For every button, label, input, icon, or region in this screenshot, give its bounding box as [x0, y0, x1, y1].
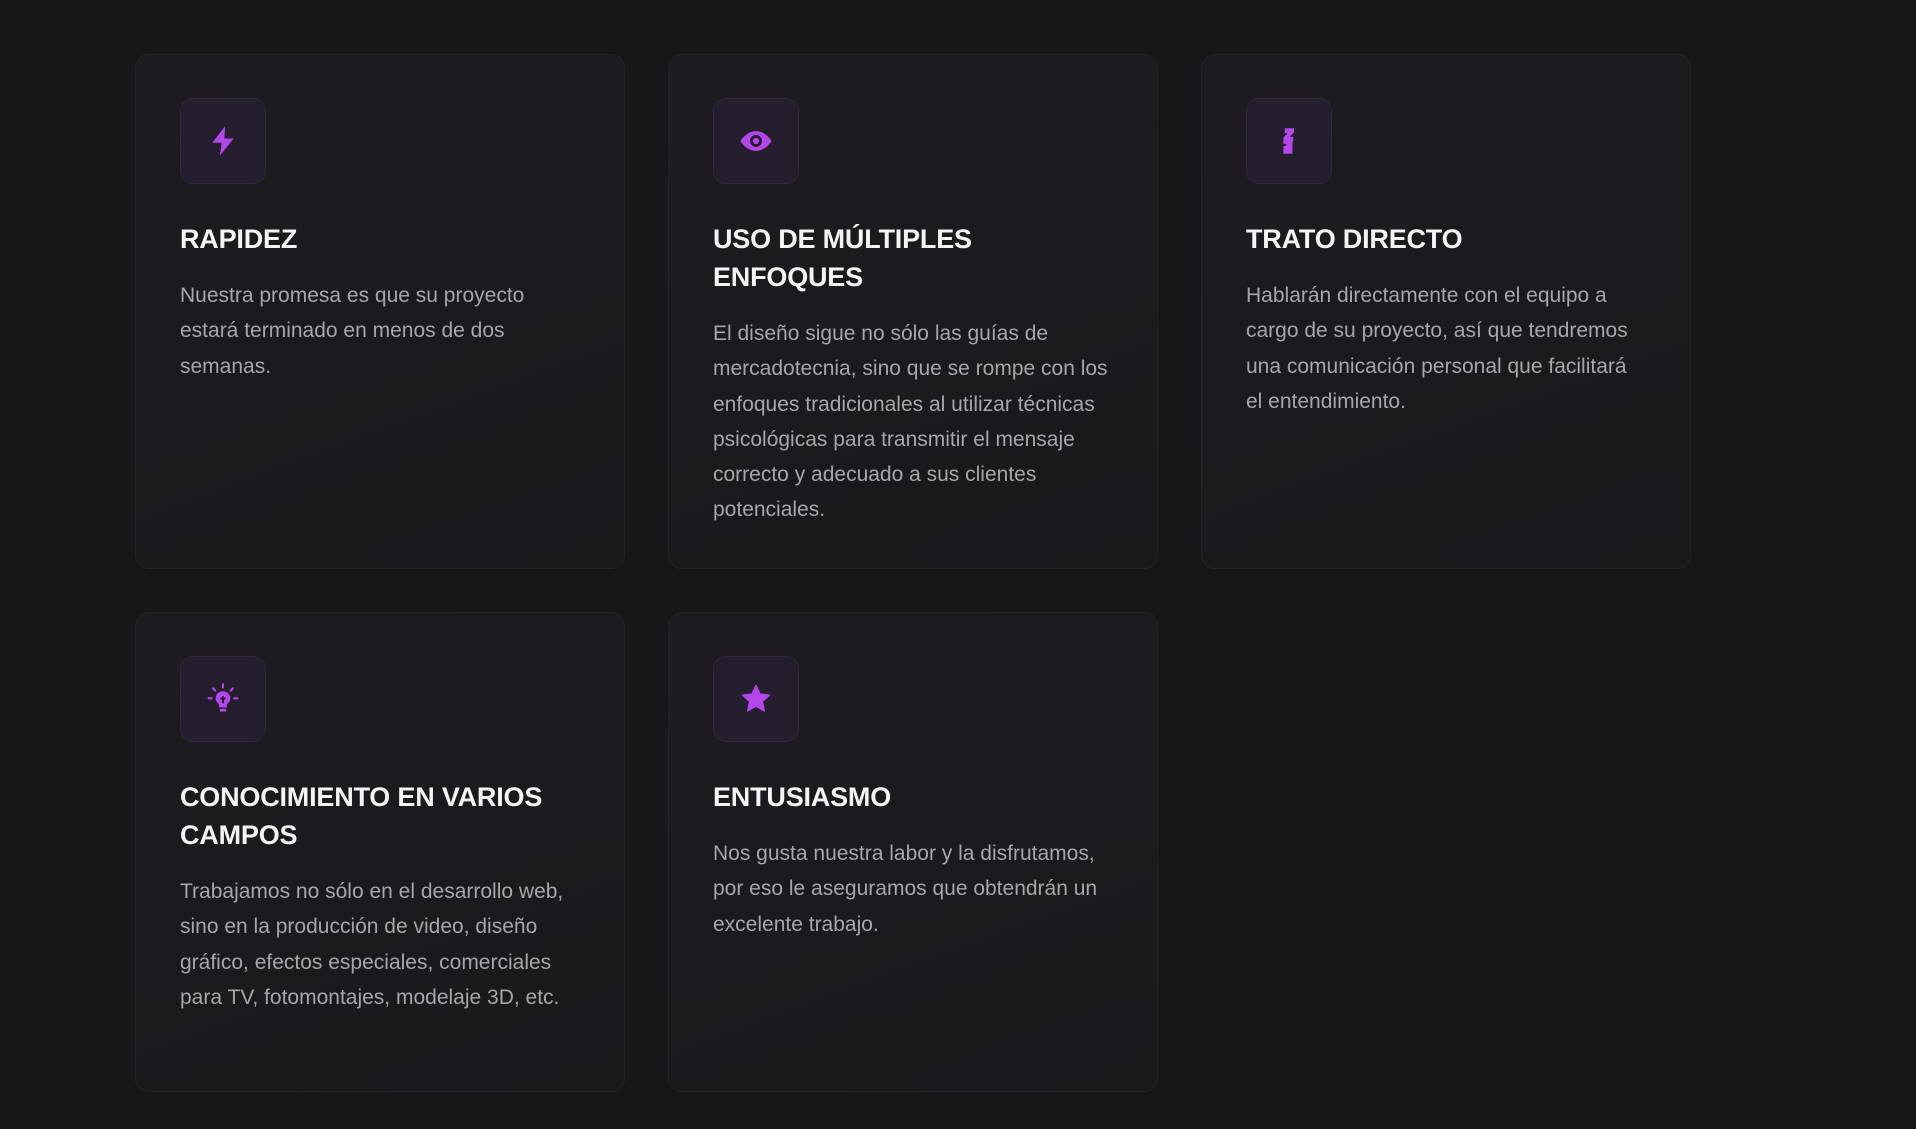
feature-icon-box: [713, 656, 799, 742]
feature-description: Trabajamos no sólo en el desarrollo web,…: [180, 880, 564, 1009]
eye-icon: [739, 124, 773, 158]
feature-title: TRATO DIRECTO: [1246, 224, 1463, 254]
features-grid: RAPIDEZ Nuestra promesa es que su proyec…: [135, 54, 1691, 1092]
feature-description: Nos gusta nuestra labor y la disfrutamos…: [713, 842, 1098, 936]
feature-icon-box: [713, 98, 799, 184]
feature-icon-box: [1246, 98, 1332, 184]
feature-icon-box: [180, 98, 266, 184]
feature-title: ENTUSIASMO: [713, 782, 892, 812]
handshake-icon: [1272, 124, 1306, 158]
feature-title: USO DE MÚLTIPLES ENFOQUES: [713, 224, 972, 292]
feature-card-enfoques: USO DE MÚLTIPLES ENFOQUES El diseño sigu…: [668, 54, 1158, 569]
feature-card-trato-directo: TRATO DIRECTO Hablarán directamente con …: [1201, 54, 1691, 569]
feature-title: CONOCIMIENTO EN VARIOS CAMPOS: [180, 782, 543, 850]
feature-description: El diseño sigue no sólo las guías de mer…: [713, 322, 1108, 522]
feature-description: Hablarán directamente con el equipo a ca…: [1246, 284, 1628, 413]
lightbulb-icon: [206, 682, 240, 716]
feature-card-conocimiento: CONOCIMIENTO EN VARIOS CAMPOS Trabajamos…: [135, 612, 625, 1092]
bolt-icon: [206, 124, 240, 158]
feature-icon-box: [180, 656, 266, 742]
feature-description: Nuestra promesa es que su proyecto estar…: [180, 284, 525, 378]
feature-card-entusiasmo: ENTUSIASMO Nos gusta nuestra labor y la …: [668, 612, 1158, 1092]
feature-card-rapidez: RAPIDEZ Nuestra promesa es que su proyec…: [135, 54, 625, 569]
feature-title: RAPIDEZ: [180, 224, 298, 254]
star-icon: [739, 682, 773, 716]
